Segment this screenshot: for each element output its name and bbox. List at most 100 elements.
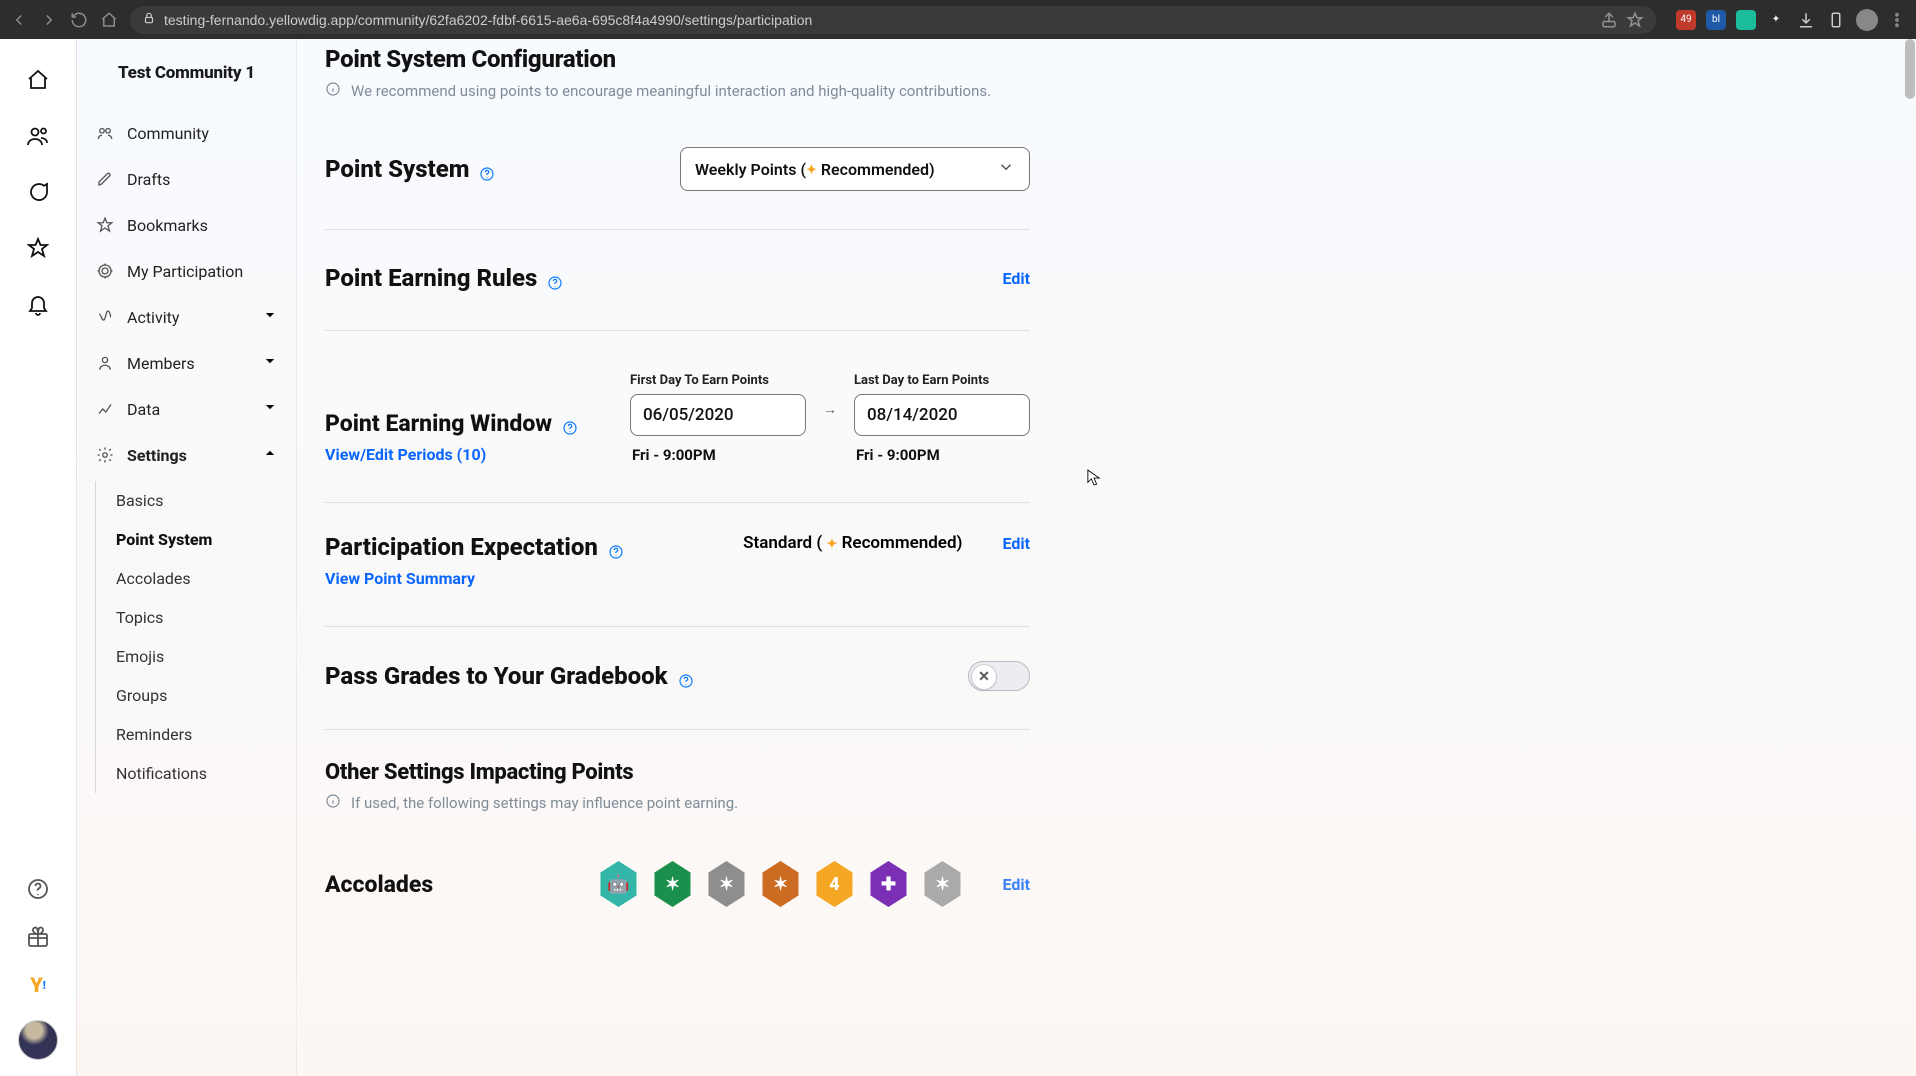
edit-accolades-link[interactable]: Edit [1002, 875, 1030, 894]
logo-icon[interactable]: Y! [25, 972, 51, 998]
badge-icon: ✶ [652, 861, 692, 907]
sidebar-item-bookmarks[interactable]: Bookmarks [87, 205, 286, 245]
badge-icon: ✚ [868, 861, 908, 907]
sidebar-item-label: Bookmarks [127, 216, 208, 235]
star-icon[interactable] [1626, 11, 1644, 29]
downloads-icon[interactable] [1796, 10, 1816, 30]
sparkle-icon: ✦ [826, 537, 837, 552]
help-icon[interactable] [562, 415, 580, 433]
scrollbar-thumb[interactable] [1905, 39, 1915, 99]
profile-avatar-chrome[interactable] [1856, 9, 1878, 31]
date-value: 06/05/2020 [643, 405, 734, 425]
main-scroll[interactable]: Point System Configuration We recommend … [297, 39, 1916, 1076]
lock-icon [142, 11, 156, 29]
value-post: Recommended) [817, 160, 935, 179]
activity-icon [95, 307, 115, 327]
browser-chrome: 49 bl ✦ [0, 0, 1916, 39]
other-hint-text: If used, the following settings may infl… [351, 794, 738, 812]
extension-blue-icon[interactable]: bl [1706, 10, 1726, 30]
url-input[interactable] [164, 12, 1592, 28]
point-system-select[interactable]: Weekly Points (✦ Recommended) [680, 147, 1030, 191]
people-icon[interactable] [25, 123, 51, 149]
badge-icon: ✶ [706, 861, 746, 907]
pe-value: Standard ( ✦ Recommended) [743, 533, 962, 553]
sparkle-icon: ✦ [806, 163, 817, 178]
sidebar-item-data[interactable]: Data [87, 389, 286, 429]
help-icon[interactable] [25, 876, 51, 902]
profile-avatar[interactable] [18, 1020, 58, 1060]
last-day-sub: Fri - 9:00PM [856, 446, 1030, 464]
extension-ub-icon[interactable]: 49 [1676, 10, 1696, 30]
reload-button[interactable] [70, 11, 88, 29]
subnav-groups[interactable]: Groups [110, 676, 286, 715]
info-icon [325, 81, 341, 101]
browser-extensions: 49 bl ✦ [1668, 9, 1906, 31]
window-label: Point Earning Window [325, 410, 630, 437]
subnav-emojis[interactable]: Emojis [110, 637, 286, 676]
help-icon[interactable] [678, 667, 696, 685]
edit-pe-link[interactable]: Edit [1002, 534, 1030, 553]
edit-rules-link[interactable]: Edit [1002, 269, 1030, 288]
sidebar-item-label: My Participation [127, 262, 243, 281]
chevron-down-icon [262, 307, 278, 327]
device-icon[interactable] [1826, 10, 1846, 30]
subnav-accolades[interactable]: Accolades [110, 559, 286, 598]
page-title: Point System Configuration [325, 45, 1030, 73]
pe-label: Participation Expectation [325, 533, 626, 561]
sidebar-item-community[interactable]: Community [87, 113, 286, 153]
view-point-summary-link[interactable]: View Point Summary [325, 569, 475, 588]
label-text: Pass Grades to Your Gradebook [325, 662, 668, 690]
forward-button[interactable] [40, 11, 58, 29]
subnav-basics[interactable]: Basics [110, 481, 286, 520]
settings-subnav: Basics Point System Accolades Topics Emo… [95, 481, 286, 793]
subnav-point-system[interactable]: Point System [110, 520, 286, 559]
extension-green-icon[interactable] [1736, 10, 1756, 30]
subnav-notifications[interactable]: Notifications [110, 754, 286, 793]
chat-icon[interactable] [25, 179, 51, 205]
subnav-topics[interactable]: Topics [110, 598, 286, 637]
first-day-label: First Day To Earn Points [630, 373, 806, 388]
label-text: Accolades [325, 871, 433, 898]
sidebar-item-settings[interactable]: Settings [87, 435, 286, 475]
value-pre: Weekly Points ( [695, 160, 806, 179]
sidebar-item-activity[interactable]: Activity [87, 297, 286, 337]
badge-icon: ✶ [922, 861, 962, 907]
bell-icon[interactable] [25, 291, 51, 317]
divider [325, 626, 1030, 627]
back-button[interactable] [10, 11, 28, 29]
pass-grades-toggle[interactable]: ✕ [968, 661, 1030, 691]
home-icon[interactable] [25, 67, 51, 93]
gift-icon[interactable] [25, 924, 51, 950]
subnav-reminders[interactable]: Reminders [110, 715, 286, 754]
help-icon[interactable] [547, 269, 565, 287]
date-range: First Day To Earn Points 06/05/2020 Fri … [630, 373, 1030, 464]
help-icon[interactable] [479, 160, 497, 178]
other-hint: If used, the following settings may infl… [325, 793, 1030, 813]
members-icon [95, 353, 115, 373]
sidebar-item-label: Members [127, 354, 195, 373]
sidebar-item-label: Drafts [127, 170, 170, 189]
help-icon[interactable] [608, 538, 626, 556]
home-button[interactable] [100, 11, 118, 29]
value-pre: Standard ( [743, 533, 826, 553]
last-day-input[interactable]: 08/14/2020 [854, 394, 1030, 436]
chevron-up-icon [262, 445, 278, 465]
sidebar-item-members[interactable]: Members [87, 343, 286, 383]
divider [325, 330, 1030, 331]
extensions-puzzle-icon[interactable]: ✦ [1766, 10, 1786, 30]
kebab-menu-icon[interactable] [1888, 11, 1906, 29]
gear-icon [95, 445, 115, 465]
scrollbar-track[interactable] [1905, 39, 1915, 1076]
address-bar[interactable] [130, 6, 1656, 34]
view-edit-periods-link[interactable]: View/Edit Periods (10) [325, 445, 486, 464]
first-day-input[interactable]: 06/05/2020 [630, 394, 806, 436]
share-icon[interactable] [1600, 11, 1618, 29]
badge-icon: 🤖 [598, 861, 638, 907]
star-nav-icon[interactable] [25, 235, 51, 261]
sidebar-item-participation[interactable]: My Participation [87, 251, 286, 291]
sidebar-item-drafts[interactable]: Drafts [87, 159, 286, 199]
label-text: Participation Expectation [325, 533, 598, 561]
badge-icon: ✶ [760, 861, 800, 907]
community-icon [95, 123, 115, 143]
sidebar-item-label: Data [127, 400, 160, 419]
